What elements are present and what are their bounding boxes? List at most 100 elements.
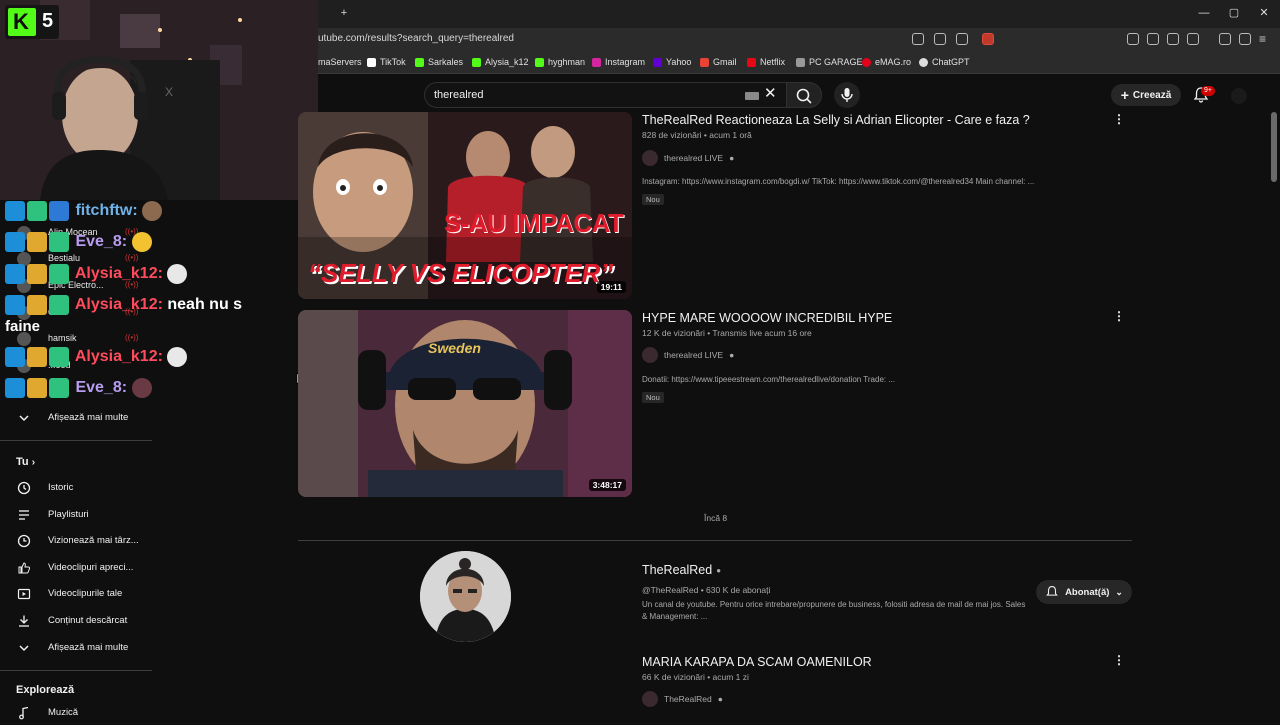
- video-channel[interactable]: TheRealRed ●: [642, 691, 723, 707]
- svg-text:X: X: [165, 85, 173, 99]
- wallet-icon[interactable]: [1239, 33, 1251, 45]
- video-meta: 12 K de vizionări • Transmis live acum 1…: [642, 328, 812, 338]
- chat-message: fitchftw:: [5, 201, 164, 225]
- music-icon: [19, 706, 29, 720]
- bookmark-item[interactable]: TikTok: [367, 57, 406, 67]
- subscribed-button[interactable]: Abonat(ă) ⌄: [1036, 580, 1132, 604]
- sidebar-item-downloads[interactable]: Conținut descărcat: [0, 609, 150, 633]
- maximize-button[interactable]: ▢: [1227, 6, 1241, 20]
- bookmark-item[interactable]: Netflix: [747, 57, 785, 67]
- extension-icon[interactable]: [1147, 33, 1159, 45]
- mod-badge-icon: [5, 295, 25, 315]
- sidebar-item-playlists[interactable]: Playlisturi: [0, 503, 150, 527]
- sidebar-divider: [0, 440, 152, 441]
- minimize-button[interactable]: —: [1197, 6, 1211, 20]
- more-actions-icon[interactable]: ⋮: [1113, 653, 1125, 667]
- sidebar-item-liked-videos[interactable]: Videoclipuri apreci...: [0, 556, 150, 580]
- channel-description: & Management: ...: [642, 612, 708, 621]
- sidebar-item-music[interactable]: Muzică: [0, 701, 150, 725]
- bookmark-item[interactable]: Gmail: [700, 57, 737, 67]
- thumbs-up-icon: [18, 562, 31, 574]
- chevron-down-icon: [19, 645, 29, 652]
- instagram-icon: [592, 57, 601, 67]
- og-badge-icon: [49, 347, 69, 367]
- crown-badge-icon: [27, 347, 47, 367]
- music-icon[interactable]: [1219, 33, 1231, 45]
- sidebar-item-history[interactable]: Istoric: [0, 476, 150, 500]
- video-channel[interactable]: therealred LIVE ●: [642, 150, 734, 166]
- search-button[interactable]: [786, 82, 822, 108]
- bookmark-item[interactable]: maServers: [318, 57, 362, 67]
- translate-icon[interactable]: [912, 33, 924, 45]
- channel-avatar-large[interactable]: [420, 551, 511, 642]
- sidebar-item-watch-later[interactable]: Vizionează mai târz...: [0, 529, 150, 553]
- clear-search-icon[interactable]: ✕: [764, 86, 778, 102]
- channel-handle: @TheRealRed • 630 K de abonați: [642, 585, 771, 595]
- og-badge-icon: [49, 378, 69, 398]
- tiktok-icon: [367, 57, 376, 67]
- sidebar-item-label: Afișează mai multe: [48, 642, 129, 653]
- bookmark-item[interactable]: Instagram: [592, 57, 645, 67]
- share-icon[interactable]: [956, 33, 968, 45]
- bookmark-item[interactable]: Alysia_k12: [472, 57, 529, 67]
- video-title[interactable]: HYPE MARE WOOOOW INCREDIBIL HYPE: [642, 311, 892, 325]
- more-actions-icon[interactable]: ⋮: [1113, 309, 1125, 323]
- keyboard-icon[interactable]: [745, 92, 759, 100]
- sub-badge-icon: [27, 201, 47, 221]
- install-app-icon[interactable]: [934, 33, 946, 45]
- video-channel[interactable]: therealred LIVE ●: [642, 347, 734, 363]
- video-thumbnail[interactable]: S-AU IMPACAT “SELLY VS ELICOPTER” 19:11: [298, 112, 632, 299]
- mod-badge-icon: [5, 264, 25, 284]
- video-thumbnail[interactable]: Sweden 3:48:17: [298, 310, 632, 497]
- sidebar-item-label: Vizionează mai târz...: [48, 535, 139, 546]
- crown-badge-icon: [27, 378, 47, 398]
- subscribed-label: Abonat(ă): [1065, 586, 1110, 598]
- video-duration: 19:11: [596, 281, 626, 293]
- you-section-heading[interactable]: Tu ›: [16, 456, 35, 468]
- chat-message: Eve_8:: [5, 232, 154, 256]
- channel-name: therealred LIVE: [664, 350, 724, 360]
- bookmark-item[interactable]: Sarkales: [415, 57, 463, 67]
- channel-avatar: [642, 150, 658, 166]
- chevron-right-icon: ›: [31, 457, 36, 468]
- close-window-button[interactable]: ✕: [1257, 6, 1271, 20]
- voice-search-button[interactable]: [834, 82, 860, 108]
- new-tab-button[interactable]: +: [337, 6, 351, 20]
- show-more-subscriptions[interactable]: Afișează mai multe: [0, 406, 150, 430]
- play-box-icon: [17, 588, 31, 600]
- bookmark-item[interactable]: hyghman: [535, 57, 585, 67]
- sidebar-divider: [0, 670, 152, 671]
- brave-shield-icon[interactable]: [982, 33, 994, 45]
- account-avatar[interactable]: [1231, 88, 1247, 104]
- video-description: Donatii: https://www.tipeeestream.com/th…: [642, 375, 896, 384]
- thumbnail-image: [298, 310, 632, 497]
- extension-icon[interactable]: [1167, 33, 1179, 45]
- bookmark-item[interactable]: Yahoo: [653, 57, 691, 67]
- sidebar-item-your-videos[interactable]: Videoclipurile tale: [0, 582, 150, 606]
- thumbnail-text: “SELLY VS ELICOPTER”: [308, 258, 614, 288]
- create-label: Creează: [1132, 89, 1172, 101]
- download-icon: [19, 615, 29, 627]
- clock-icon: [17, 534, 31, 548]
- bookmark-item[interactable]: ChatGPT: [919, 57, 970, 67]
- chat-message: Alysia_k12:: [5, 264, 189, 288]
- create-button[interactable]: + Creează: [1111, 84, 1181, 106]
- url-field[interactable]: utube.com/results?search_query=therealre…: [318, 33, 998, 49]
- page-scrollbar[interactable]: [1271, 112, 1277, 182]
- sidebar-icon[interactable]: [1187, 33, 1199, 45]
- video-title[interactable]: MARIA KARAPA DA SCAM OAMENILOR: [642, 655, 872, 669]
- extension-icon[interactable]: [1127, 33, 1139, 45]
- more-actions-icon[interactable]: ⋮: [1113, 112, 1125, 126]
- crown-badge-icon: [27, 232, 47, 252]
- channel-name-large[interactable]: TheRealRed ●: [642, 563, 721, 577]
- video-meta: 66 K de vizionări • acum 1 zi: [642, 672, 749, 682]
- menu-icon[interactable]: ≡: [1259, 33, 1271, 45]
- og-badge-icon: [49, 264, 69, 284]
- bookmark-item[interactable]: eMAG.ro: [862, 57, 911, 67]
- bookmark-item[interactable]: PC GARAGE: [796, 57, 863, 67]
- sidebar-item-show-more[interactable]: Afișează mai multe: [0, 636, 150, 660]
- netflix-icon: [747, 57, 756, 67]
- show-more-label: Afișează mai multe: [48, 412, 129, 423]
- video-title[interactable]: TheRealRed Reactioneaza La Selly si Adri…: [642, 113, 1030, 127]
- show-more-results[interactable]: Încă 8: [704, 513, 727, 523]
